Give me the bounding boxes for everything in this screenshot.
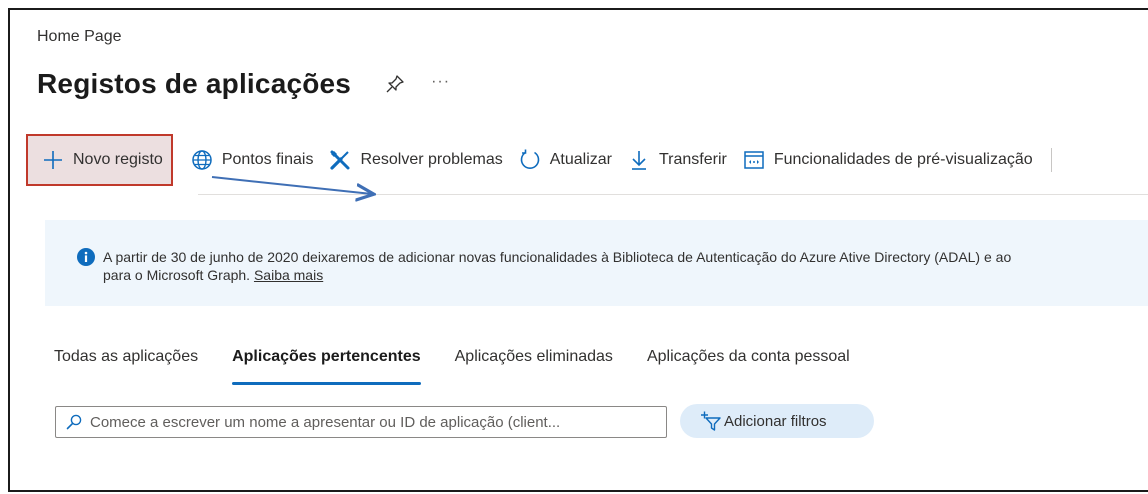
refresh-label: Atualizar xyxy=(549,151,612,168)
toolbar-divider xyxy=(1050,148,1052,172)
wrench-screwdriver-icon xyxy=(329,149,351,171)
refresh-button[interactable]: Atualizar xyxy=(519,135,612,185)
title-row: Registos de aplicações ··· xyxy=(37,68,450,100)
new-registration-button[interactable]: Novo registo xyxy=(26,134,173,186)
troubleshoot-label: Resolver problemas xyxy=(360,151,503,168)
banner-message-line-2: para o Microsoft Graph. Saiba mais xyxy=(77,266,1148,284)
tab-personal-account-applications[interactable]: Aplicações da conta pessoal xyxy=(647,348,850,388)
endpoints-button[interactable]: Pontos finais xyxy=(191,135,314,185)
download-button[interactable]: Transferir xyxy=(628,135,727,185)
endpoints-label: Pontos finais xyxy=(221,151,314,168)
banner-message-line-2-text: para o Microsoft Graph. xyxy=(103,267,251,283)
breadcrumb[interactable]: Home Page xyxy=(37,28,122,46)
preview-features-label: Funcionalidades de pré-visualização xyxy=(773,151,1033,168)
download-label: Transferir xyxy=(658,151,727,168)
learn-more-link[interactable]: Saiba mais xyxy=(254,267,323,283)
search-icon xyxy=(66,414,82,430)
refresh-icon xyxy=(519,149,541,171)
info-icon xyxy=(77,248,95,266)
tab-all-applications[interactable]: Todas as aplicações xyxy=(54,348,198,388)
more-options-button[interactable]: ··· xyxy=(431,73,450,91)
tab-deleted-applications[interactable]: Aplicações eliminadas xyxy=(455,348,613,388)
search-box xyxy=(55,406,667,438)
add-filters-button[interactable]: Adicionar filtros xyxy=(680,404,874,438)
new-registration-label: Novo registo xyxy=(73,151,163,168)
preview-features-icon xyxy=(743,149,765,171)
globe-icon xyxy=(191,149,213,171)
command-bar: Novo registo Pontos finais Resolver prob… xyxy=(26,134,1148,186)
add-filters-label: Adicionar filtros xyxy=(724,412,827,430)
search-input[interactable] xyxy=(88,412,666,432)
plus-icon xyxy=(42,149,64,171)
page-title: Registos de aplicações xyxy=(37,68,352,99)
troubleshoot-button[interactable]: Resolver problemas xyxy=(329,135,503,185)
app-tabs: Todas as aplicações Aplicações pertencen… xyxy=(54,348,884,388)
add-filter-icon xyxy=(701,411,721,431)
download-icon xyxy=(628,149,650,171)
banner-message-line-1: A partir de 30 de junho de 2020 deixarem… xyxy=(103,249,1012,265)
tab-owned-applications[interactable]: Aplicações pertencentes xyxy=(232,348,421,388)
preview-features-button[interactable]: Funcionalidades de pré-visualização xyxy=(743,135,1033,185)
info-banner: A partir de 30 de junho de 2020 deixarem… xyxy=(45,220,1148,306)
app-window: Home Page Registos de aplicações ··· Nov… xyxy=(8,8,1148,492)
pin-icon[interactable] xyxy=(385,74,405,94)
toolbar-bottom-divider xyxy=(198,194,1148,195)
